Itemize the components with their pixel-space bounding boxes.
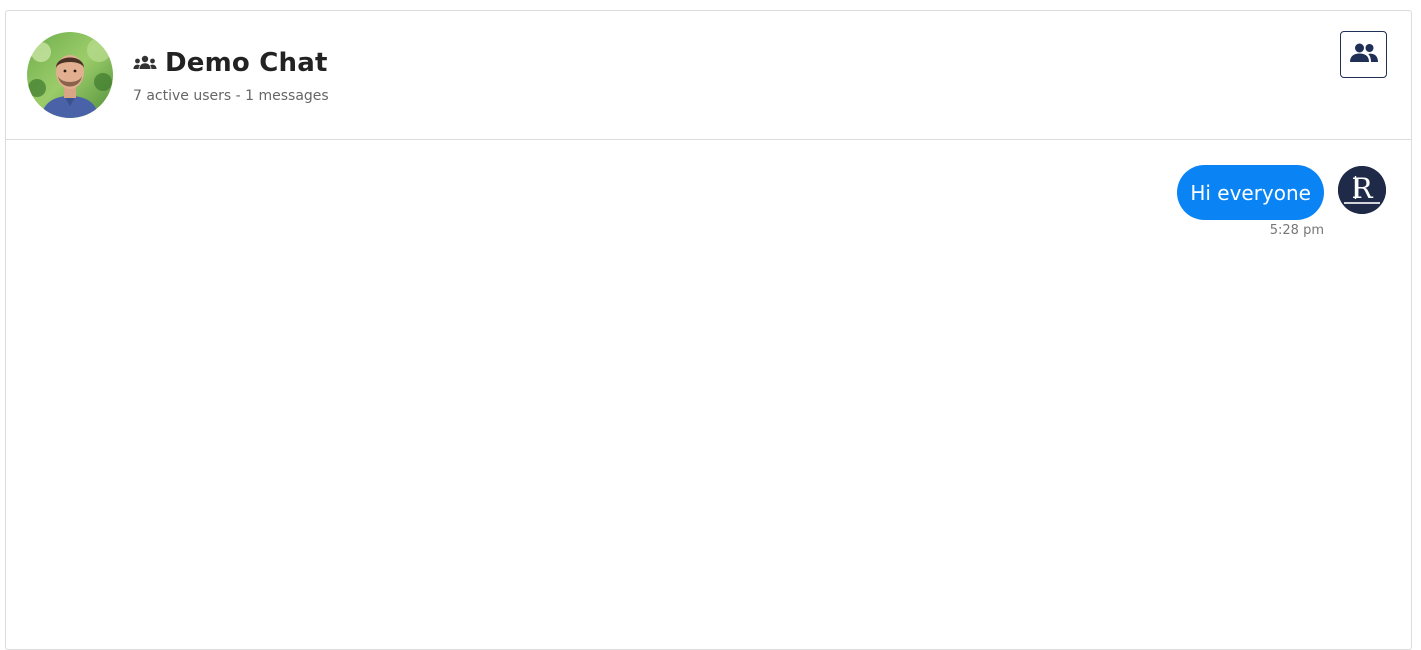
chat-avatar [27,32,113,118]
sender-avatar-letter: R [1351,172,1373,205]
message-list: Hi everyone 5:28 pm R [6,140,1411,640]
chat-header: Demo Chat 7 active users - 1 messages [6,11,1411,140]
title-row: Demo Chat [133,46,328,80]
chat-subtitle: 7 active users - 1 messages [133,88,329,104]
sender-avatar: R [1338,166,1386,214]
message-bubble: Hi everyone [1177,165,1324,220]
chat-panel: Demo Chat 7 active users - 1 messages Hi… [5,10,1412,650]
group-icon [133,55,157,71]
users-icon [1349,43,1378,67]
chat-title: Demo Chat [165,48,328,78]
members-button[interactable] [1340,31,1387,78]
message-time: 5:28 pm [1269,223,1324,238]
